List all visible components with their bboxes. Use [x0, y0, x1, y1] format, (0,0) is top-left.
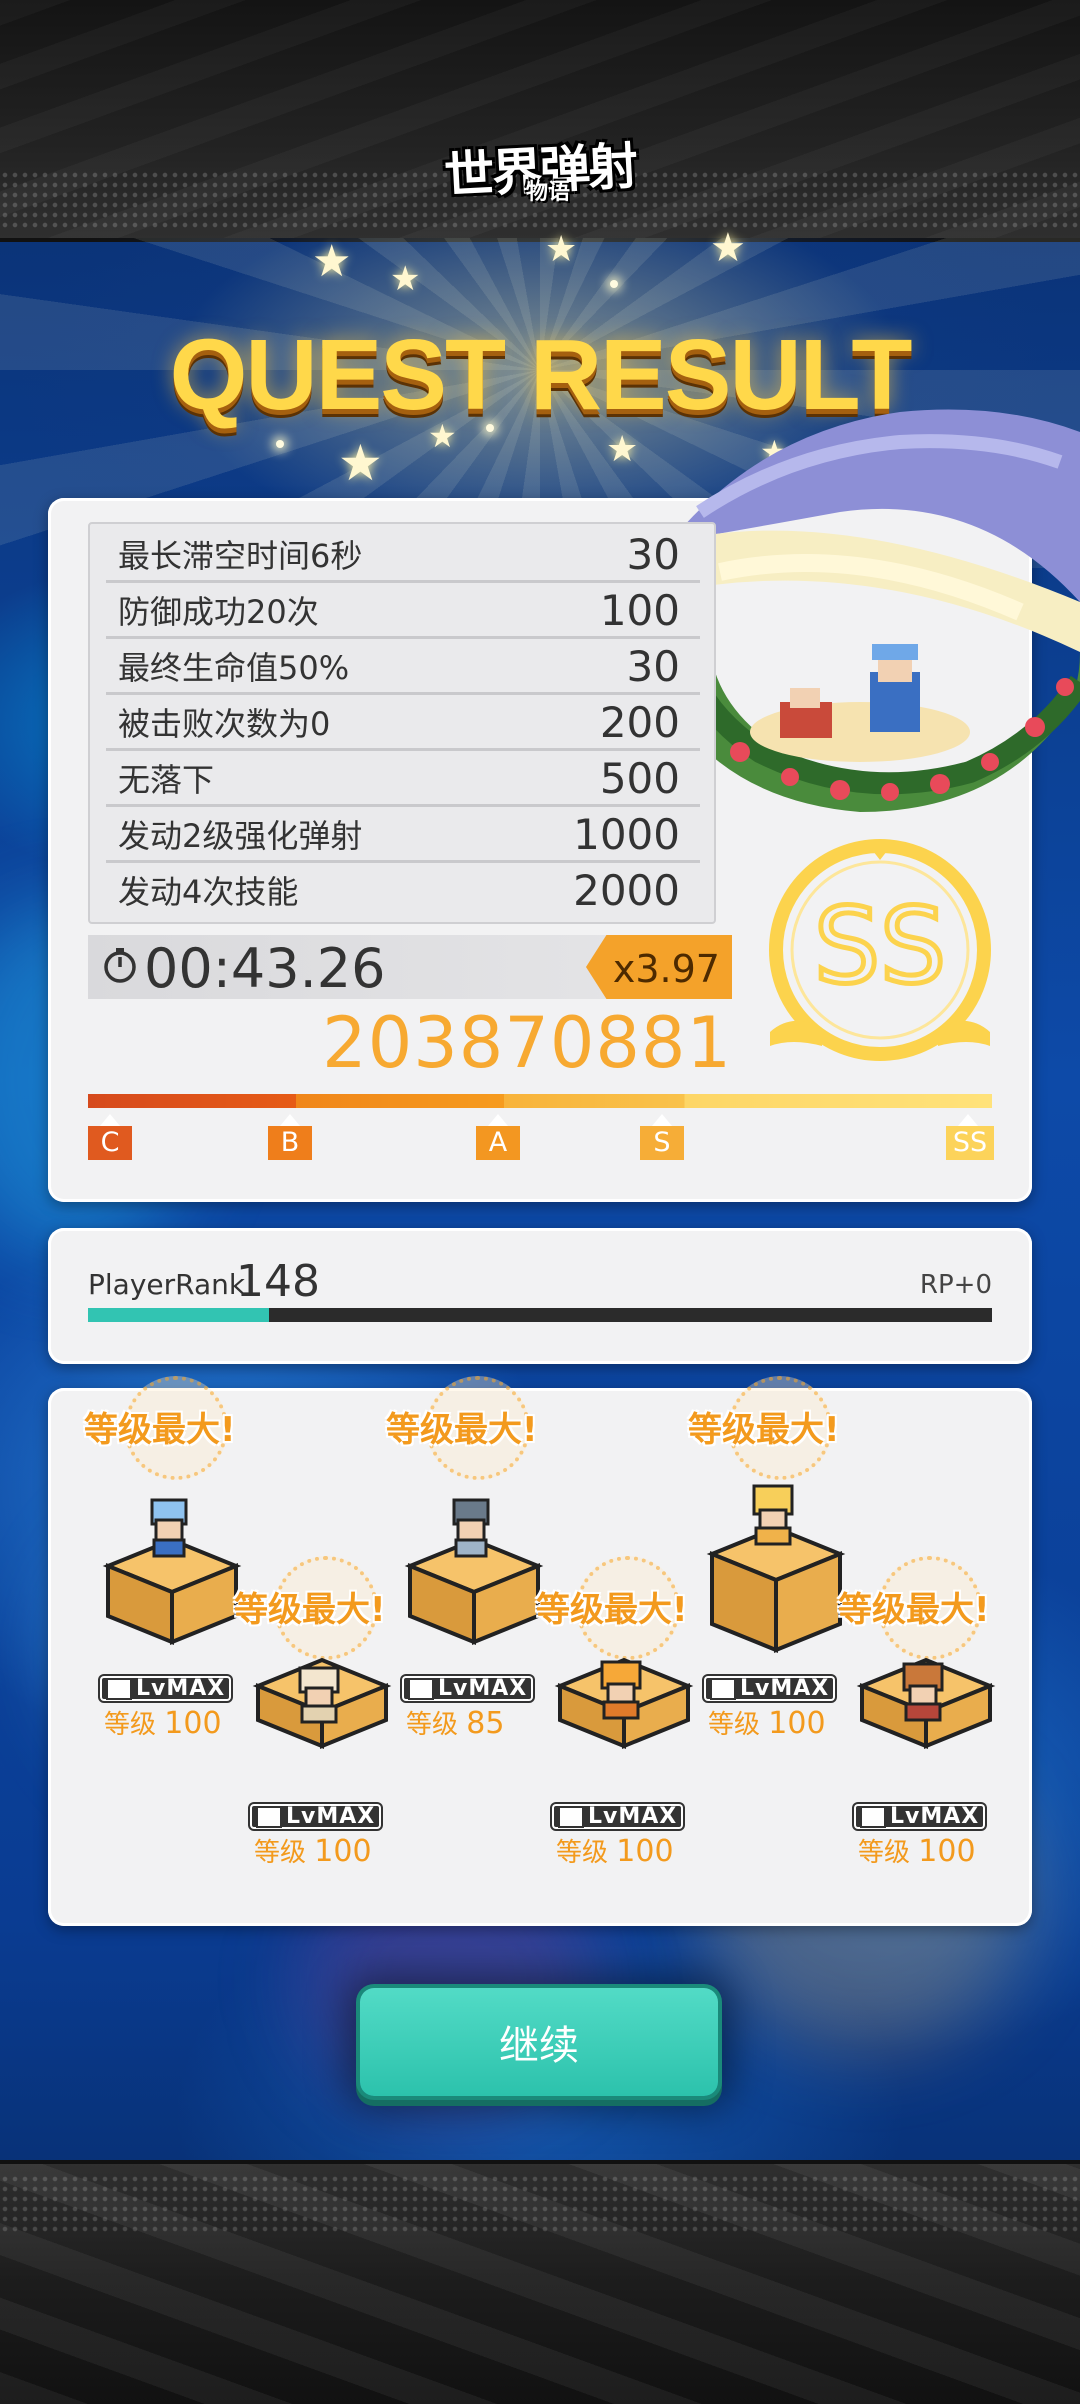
unit-level: 等级 85: [406, 1706, 505, 1741]
continue-button[interactable]: 继续: [360, 1988, 718, 2096]
unit-level: 等级 100: [858, 1834, 976, 1869]
mission-label: 最长滞空时间6秒: [118, 537, 363, 575]
star-icon: ★: [545, 229, 578, 270]
character-sprite: [902, 1662, 944, 1722]
mission-list: 最长滞空时间6秒 30 防御成功20次 100 最终生命值50% 30 被击败次…: [88, 522, 716, 924]
character-sprite: [150, 1498, 188, 1558]
level-max-text: 等级最大!: [536, 1590, 688, 1630]
star-icon: ★: [606, 429, 639, 470]
total-score: 203870881: [322, 1002, 732, 1084]
star-icon: ★: [338, 434, 383, 492]
stopwatch-icon: [104, 948, 136, 983]
star-icon: ★: [312, 236, 352, 287]
mission-label: 被击败次数为0: [118, 705, 331, 743]
level-max-text: 等级最大!: [84, 1410, 236, 1450]
mission-label: 发动2级强化弹射: [118, 817, 363, 855]
mission-points: 1000: [573, 809, 680, 859]
top-bar: 世界弹射 物语: [0, 0, 1080, 242]
mission-row: 无落下 500: [106, 752, 700, 807]
lv-max-badge: LvMAX: [704, 1676, 836, 1701]
party-unit: 等级最大! LvMAX 等级 100: [234, 1556, 394, 1874]
mission-label: 无落下: [118, 761, 215, 799]
level-max-text: 等级最大!: [838, 1590, 990, 1630]
grade-emblem: SS: [769, 839, 991, 1061]
lv-max-badge: LvMAX: [854, 1804, 986, 1829]
mission-row: 发动4次技能 2000: [106, 864, 700, 916]
player-exp-bar: [88, 1308, 992, 1322]
rank-marker-a: A: [476, 1114, 520, 1160]
mission-points: 100: [599, 585, 680, 635]
mission-points: 2000: [573, 865, 680, 915]
party-unit: 等级最大! LvMAX 等级 100: [838, 1556, 998, 1874]
star-icon: ★: [710, 225, 746, 271]
lv-max-badge: LvMAX: [552, 1804, 684, 1829]
rank-progress-bar: [88, 1094, 992, 1108]
party-unit: 等级最大! LvMAX 等级 100: [536, 1556, 696, 1874]
mission-row: 防御成功20次 100: [106, 584, 700, 639]
party-unit: 等级最大! LvMAX 等级 100: [688, 1376, 848, 1744]
mission-points: 200: [599, 697, 680, 747]
unit-level: 等级 100: [556, 1834, 674, 1869]
level-max-text: 等级最大!: [688, 1410, 840, 1450]
player-exp-fill: [88, 1308, 269, 1322]
player-rank-value: 148: [236, 1256, 320, 1307]
mission-row: 最终生命值50% 30: [106, 640, 700, 695]
rank-marker-c: C: [88, 1114, 132, 1160]
mission-row: 发动2级强化弹射 1000: [106, 808, 700, 863]
mission-row: 最长滞空时间6秒 30: [106, 528, 700, 583]
svg-text:SS: SS: [814, 885, 946, 1007]
game-logo: 世界弹射 物语: [442, 137, 638, 205]
level-max-text: 等级最大!: [234, 1590, 386, 1630]
unit-level: 等级 100: [104, 1706, 222, 1741]
mission-points: 500: [599, 753, 680, 803]
party-unit: 等级最大! LvMAX 等级 100: [84, 1376, 244, 1744]
level-max-text: 等级最大!: [386, 1410, 538, 1450]
lv-max-badge: LvMAX: [100, 1676, 232, 1701]
mission-points: 30: [626, 641, 680, 691]
character-sprite: [600, 1660, 642, 1720]
lv-max-badge: LvMAX: [250, 1804, 382, 1829]
bottom-bar: [0, 2160, 1080, 2404]
lv-max-badge: LvMAX: [402, 1676, 534, 1701]
mission-points: 30: [626, 529, 680, 579]
rank-marker-ss: SS: [946, 1114, 994, 1160]
character-sprite: [752, 1484, 794, 1546]
score-multiplier: x3.97: [586, 935, 732, 999]
rank-marker-s: S: [640, 1114, 684, 1160]
star-icon: ★: [390, 259, 421, 299]
character-sprite: [452, 1498, 490, 1558]
rank-points: RP+0: [919, 1270, 992, 1300]
mission-label: 防御成功20次: [118, 593, 319, 631]
party-unit: 等级最大! LvMAX 等级 85: [386, 1376, 546, 1744]
rank-marker-b: B: [268, 1114, 312, 1160]
unit-level: 等级 100: [708, 1706, 826, 1741]
character-sprite: [298, 1666, 340, 1724]
unit-level: 等级 100: [254, 1834, 372, 1869]
clear-time: 00:43.26: [144, 937, 386, 1000]
mission-label: 最终生命值50%: [118, 649, 350, 687]
mission-label: 发动4次技能: [118, 873, 299, 911]
player-rank-label: PlayerRank: [88, 1268, 246, 1301]
mission-row: 被击败次数为0 200: [106, 696, 700, 751]
